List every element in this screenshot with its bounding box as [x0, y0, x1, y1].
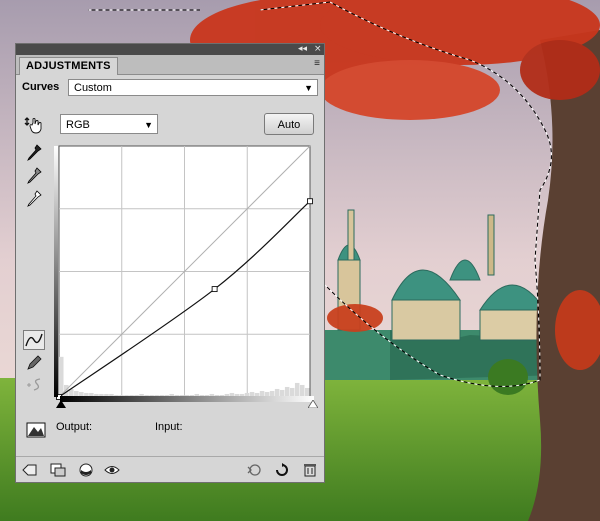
- panel-titlebar: ◂◂ ×: [16, 44, 324, 55]
- close-button[interactable]: ×: [314, 44, 322, 55]
- preset-select[interactable]: Custom ▼: [68, 79, 318, 96]
- black-point-slider[interactable]: [56, 400, 66, 408]
- output-label: Output:: [56, 421, 93, 433]
- curve-control-point[interactable]: [307, 198, 313, 205]
- histogram-bar: [294, 382, 300, 397]
- visibility-eye-icon[interactable]: [104, 463, 120, 477]
- preset-label: Curves: [22, 81, 60, 93]
- on-image-adjust-icon[interactable]: [24, 115, 44, 135]
- curve-icon: [25, 333, 43, 347]
- hedge-bush: [488, 359, 528, 395]
- adjustments-panel: ◂◂ × ADJUSTMENTS ≡ Curves Custom ▼ RGB ▼…: [15, 43, 325, 483]
- reset-icon[interactable]: [274, 463, 290, 477]
- input-label: Input:: [155, 421, 183, 433]
- expanded-view-icon[interactable]: [50, 463, 66, 477]
- back-arrow-icon[interactable]: [22, 463, 38, 477]
- tab-adjustments[interactable]: ADJUSTMENTS: [19, 57, 118, 75]
- input-gradient: [60, 396, 314, 402]
- channel-value: RGB: [66, 119, 90, 131]
- auto-button[interactable]: Auto: [264, 113, 314, 135]
- curve-edit-tool[interactable]: [23, 330, 45, 350]
- black-point-eyedropper-icon[interactable]: [26, 144, 42, 162]
- clip-to-layer-icon[interactable]: [78, 463, 94, 477]
- panel-menu-icon[interactable]: ≡: [314, 58, 320, 69]
- pencil-icon[interactable]: [25, 354, 43, 372]
- view-previous-state-icon[interactable]: [246, 463, 262, 477]
- collapse-button[interactable]: ◂◂: [298, 44, 307, 55]
- chevron-down-icon: ▼: [304, 83, 313, 93]
- white-point-slider[interactable]: [308, 400, 318, 408]
- curves-graph[interactable]: [54, 141, 320, 409]
- channel-select[interactable]: RGB ▼: [60, 114, 158, 134]
- smooth-curve-icon[interactable]: [25, 376, 43, 394]
- tab-bar: ADJUSTMENTS ≡: [16, 55, 324, 75]
- white-point-eyedropper-icon[interactable]: [26, 190, 42, 208]
- histogram-bar: [59, 356, 64, 397]
- clipping-icon[interactable]: [26, 422, 46, 438]
- panel-bottom-bar: [16, 456, 324, 483]
- gray-point-eyedropper-icon[interactable]: [26, 167, 42, 185]
- trash-icon[interactable]: [302, 463, 318, 477]
- chevron-down-icon: ▼: [144, 120, 153, 130]
- curve-control-point[interactable]: [211, 286, 218, 293]
- preset-value: Custom: [74, 82, 112, 94]
- output-gradient: [54, 146, 58, 397]
